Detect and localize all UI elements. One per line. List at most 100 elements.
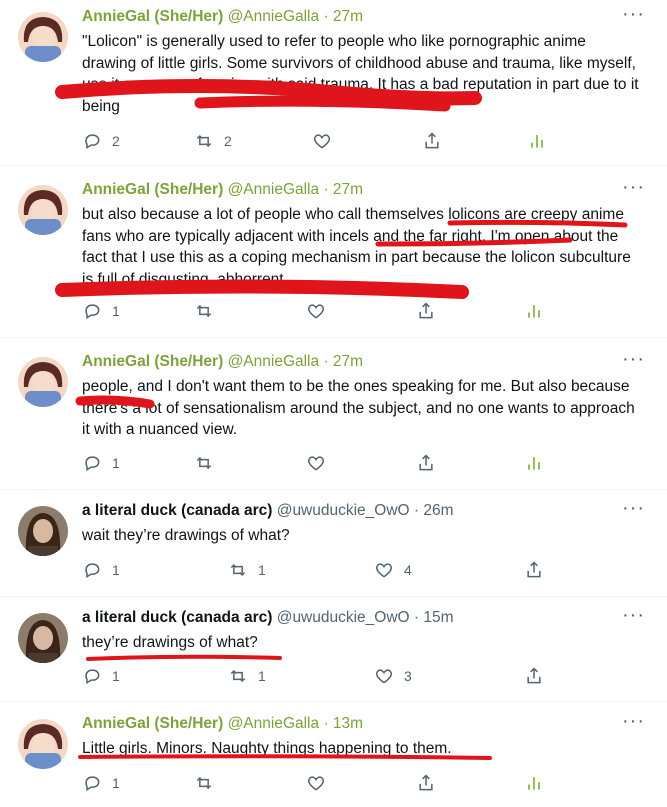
display-name[interactable]: AnnieGal (She/Her) bbox=[82, 181, 223, 198]
display-name[interactable]: a literal duck (canada arc) bbox=[82, 502, 272, 519]
timestamp[interactable]: 15m bbox=[423, 609, 453, 626]
share-icon bbox=[527, 561, 541, 578]
user-handle[interactable]: @AnnieGalla bbox=[228, 181, 320, 198]
retweet-icon bbox=[196, 304, 212, 318]
tweet-text: people, and I don't want them to be the … bbox=[82, 378, 635, 438]
tweet-actions: 2 2 bbox=[82, 131, 562, 155]
display-name[interactable]: a literal duck (canada arc) bbox=[82, 609, 272, 626]
share-button[interactable] bbox=[416, 773, 436, 793]
tweet[interactable]: a literal duck (canada arc) @uwuduckie_O… bbox=[0, 601, 667, 699]
heart-icon bbox=[307, 304, 325, 319]
tweet[interactable]: a literal duck (canada arc) @uwuduckie_O… bbox=[0, 494, 667, 594]
heart-icon bbox=[307, 776, 325, 791]
heart-icon bbox=[375, 669, 393, 684]
like-button[interactable]: 3 bbox=[374, 666, 412, 686]
divider bbox=[0, 165, 667, 166]
tweet[interactable]: AnnieGal (She/Her) @AnnieGalla · 13m ···… bbox=[0, 707, 667, 807]
avatar[interactable] bbox=[18, 185, 68, 235]
separator-dot: · bbox=[413, 502, 420, 519]
reply-count: 2 bbox=[112, 133, 120, 149]
reply-icon bbox=[85, 304, 100, 319]
reply-count: 1 bbox=[112, 303, 120, 319]
retweet-icon bbox=[196, 456, 212, 470]
analytics-button[interactable] bbox=[524, 301, 544, 321]
tweet-actions: 1 1 4 bbox=[82, 560, 562, 584]
timestamp[interactable]: 27m bbox=[333, 353, 363, 370]
retweet-button[interactable]: 1 bbox=[228, 666, 266, 686]
analytics-button[interactable] bbox=[527, 131, 547, 151]
divider bbox=[0, 337, 667, 338]
avatar[interactable] bbox=[18, 357, 68, 407]
tweet-header: AnnieGal (She/Her) @AnnieGalla · 27m bbox=[82, 353, 363, 371]
heart-icon bbox=[313, 134, 331, 149]
divider bbox=[0, 596, 667, 597]
share-button[interactable] bbox=[416, 301, 436, 321]
share-button[interactable] bbox=[524, 666, 544, 686]
avatar[interactable] bbox=[18, 12, 68, 62]
reply-button[interactable]: 2 bbox=[82, 131, 120, 151]
user-handle[interactable]: @AnnieGalla bbox=[228, 715, 320, 732]
reply-button[interactable]: 1 bbox=[82, 301, 120, 321]
retweet-button[interactable]: 2 bbox=[194, 131, 232, 151]
more-icon[interactable]: ··· bbox=[622, 4, 645, 24]
reply-count: 1 bbox=[112, 775, 120, 791]
share-button[interactable] bbox=[524, 560, 544, 580]
like-count: 4 bbox=[404, 562, 412, 578]
display-name[interactable]: AnnieGal (She/Her) bbox=[82, 715, 223, 732]
separator-dot: · bbox=[323, 353, 329, 370]
timestamp[interactable]: 13m bbox=[333, 715, 363, 732]
reply-count: 1 bbox=[112, 562, 120, 578]
like-button[interactable]: 4 bbox=[374, 560, 412, 580]
divider bbox=[0, 489, 667, 490]
retweet-button[interactable] bbox=[194, 453, 224, 473]
tweet-text: Little girls. Minors. Naughty things hap… bbox=[82, 740, 452, 757]
tweet-header: a literal duck (canada arc) @uwuduckie_O… bbox=[82, 609, 454, 627]
user-handle[interactable]: @AnnieGalla bbox=[228, 353, 320, 370]
retweet-button[interactable] bbox=[194, 301, 224, 321]
timestamp[interactable]: 26m bbox=[423, 502, 453, 519]
avatar[interactable] bbox=[18, 506, 68, 556]
reply-button[interactable]: 1 bbox=[82, 453, 120, 473]
user-handle[interactable]: @uwuduckie_OwO bbox=[277, 502, 410, 519]
like-button[interactable] bbox=[306, 301, 336, 321]
tweet[interactable]: AnnieGal (She/Her) @AnnieGalla · 27m ···… bbox=[0, 345, 667, 487]
reply-button[interactable]: 1 bbox=[82, 666, 120, 686]
user-handle[interactable]: @uwuduckie_OwO bbox=[277, 609, 410, 626]
timestamp[interactable]: 27m bbox=[333, 8, 363, 25]
heart-icon bbox=[375, 563, 393, 578]
retweet-button[interactable] bbox=[194, 773, 224, 793]
more-icon[interactable]: ··· bbox=[622, 605, 645, 625]
like-button[interactable] bbox=[306, 773, 336, 793]
tweet-header: a literal duck (canada arc) @uwuduckie_O… bbox=[82, 502, 454, 520]
display-name[interactable]: AnnieGal (She/Her) bbox=[82, 8, 223, 25]
avatar[interactable] bbox=[18, 613, 68, 663]
heart-icon bbox=[307, 456, 325, 471]
share-icon bbox=[419, 454, 433, 471]
more-icon[interactable]: ··· bbox=[622, 711, 645, 731]
analytics-button[interactable] bbox=[524, 773, 544, 793]
tweet[interactable]: AnnieGal (She/Her) @AnnieGalla · 27m ···… bbox=[0, 0, 667, 165]
tweet[interactable]: AnnieGal (She/Her) @AnnieGalla · 27m ···… bbox=[0, 173, 667, 333]
analytics-icon bbox=[528, 305, 540, 318]
display-name[interactable]: AnnieGal (She/Her) bbox=[82, 353, 223, 370]
share-icon bbox=[419, 774, 433, 791]
more-icon[interactable]: ··· bbox=[622, 349, 645, 369]
reply-button[interactable]: 1 bbox=[82, 560, 120, 580]
reply-button[interactable]: 1 bbox=[82, 773, 120, 793]
retweet-count: 1 bbox=[258, 668, 266, 684]
user-handle[interactable]: @AnnieGalla bbox=[228, 8, 320, 25]
tweet-actions: 1 1 3 bbox=[82, 666, 562, 690]
analytics-button[interactable] bbox=[524, 453, 544, 473]
like-button[interactable] bbox=[306, 453, 336, 473]
tweet-header: AnnieGal (She/Her) @AnnieGalla · 27m bbox=[82, 181, 363, 199]
more-icon[interactable]: ··· bbox=[622, 177, 645, 197]
avatar[interactable] bbox=[18, 719, 68, 769]
retweet-button[interactable]: 1 bbox=[228, 560, 266, 580]
timestamp[interactable]: 27m bbox=[333, 181, 363, 198]
reply-icon bbox=[85, 456, 100, 471]
like-button[interactable] bbox=[312, 131, 342, 151]
share-button[interactable] bbox=[422, 131, 442, 151]
more-icon[interactable]: ··· bbox=[622, 498, 645, 518]
share-icon bbox=[419, 302, 433, 319]
share-button[interactable] bbox=[416, 453, 436, 473]
